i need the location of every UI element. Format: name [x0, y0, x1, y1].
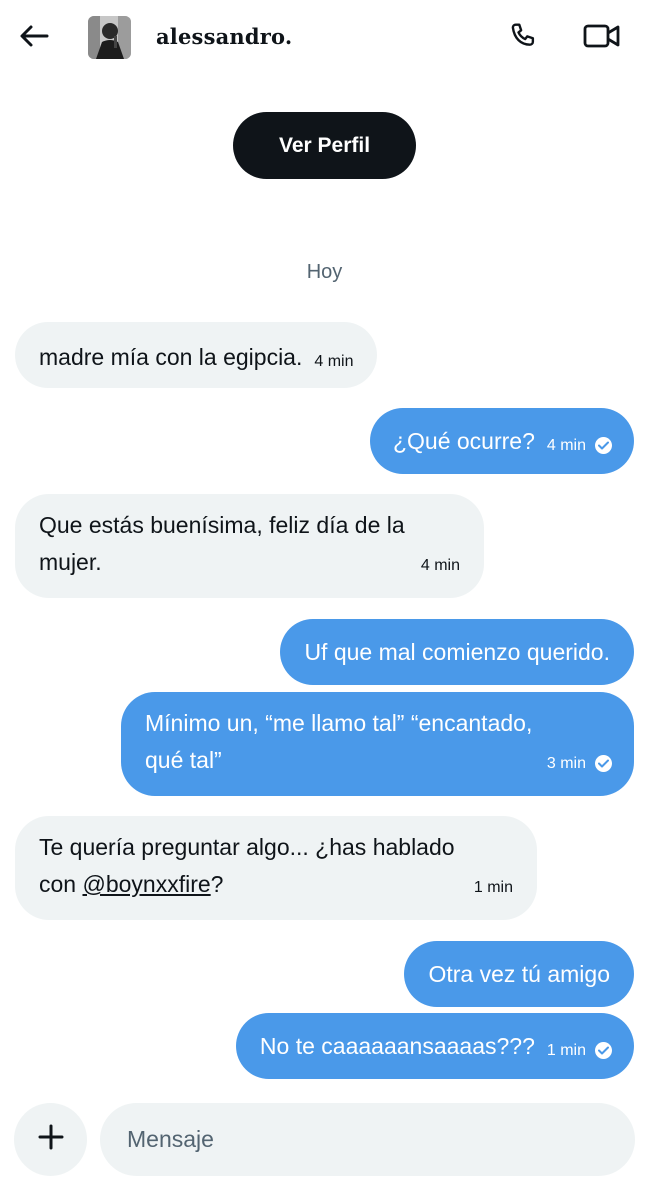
message-text-line: Que estás buenísima, feliz día de la — [39, 512, 405, 538]
message-sent[interactable]: No te caaaaaansaaaas??? 1 min — [235, 1013, 634, 1079]
message-text: Otra vez tú amigo — [428, 961, 610, 987]
message-text: madre mía con la egipcia. — [39, 344, 303, 370]
message-text-line: Te quería preguntar algo... ¿has hablado — [39, 834, 455, 860]
conversation-header: alessandro. — [0, 0, 649, 80]
arrow-left-icon — [19, 24, 49, 53]
message-received[interactable]: Que estás buenísima, feliz día de la muj… — [15, 494, 484, 598]
message-sent[interactable]: Otra vez tú amigo — [404, 941, 634, 1007]
message-time: 3 min — [546, 755, 586, 772]
add-attachment-button[interactable] — [14, 1103, 87, 1176]
read-check-icon — [595, 755, 612, 772]
message-received[interactable]: Te quería preguntar algo... ¿has hablado… — [15, 816, 537, 920]
mention-link[interactable]: @boynxxfire — [82, 871, 210, 897]
video-camera-icon — [583, 22, 621, 55]
back-button[interactable] — [14, 20, 54, 56]
message-sent[interactable]: ¿Qué ocurre? 4 min — [369, 408, 634, 474]
message-composer[interactable] — [100, 1103, 635, 1176]
message-input[interactable] — [100, 1103, 635, 1176]
message-text-fragment: con — [39, 871, 83, 897]
video-call-button[interactable] — [582, 18, 622, 58]
message-time: 4 min — [314, 353, 354, 370]
message-text-line: qué tal” — [145, 747, 222, 773]
message-text: No te caaaaaansaaaas??? — [259, 1033, 535, 1059]
message-text-line: con @boynxxfire? — [39, 866, 513, 903]
avatar[interactable] — [88, 16, 131, 59]
message-time: 4 min — [420, 557, 460, 574]
message-text: Uf que mal comienzo querido. — [304, 639, 610, 665]
message-time: 1 min — [546, 1042, 586, 1059]
call-button[interactable] — [503, 18, 543, 58]
read-check-icon — [595, 437, 612, 454]
message-sent[interactable]: Uf que mal comienzo querido. — [280, 619, 634, 685]
message-received[interactable]: madre mía con la egipcia. 4 min — [15, 322, 378, 388]
message-text-fragment: ? — [210, 871, 224, 897]
view-profile-button[interactable]: Ver Perfil — [233, 112, 416, 179]
message-text-line: mujer. — [39, 549, 102, 575]
message-text: ¿Qué ocurre? — [392, 428, 535, 454]
conversation-username[interactable]: alessandro. — [156, 24, 292, 49]
plus-icon — [37, 1123, 65, 1156]
phone-icon — [507, 20, 539, 57]
message-text-line: Mínimo un, “me llamo tal” “encantado, — [145, 710, 533, 736]
day-separator: Hoy — [306, 261, 343, 283]
message-sent[interactable]: Mínimo un, “me llamo tal” “encantado, qu… — [121, 692, 634, 796]
message-time: 4 min — [546, 437, 586, 454]
message-time: 1 min — [473, 879, 513, 896]
read-check-icon — [595, 1042, 612, 1059]
